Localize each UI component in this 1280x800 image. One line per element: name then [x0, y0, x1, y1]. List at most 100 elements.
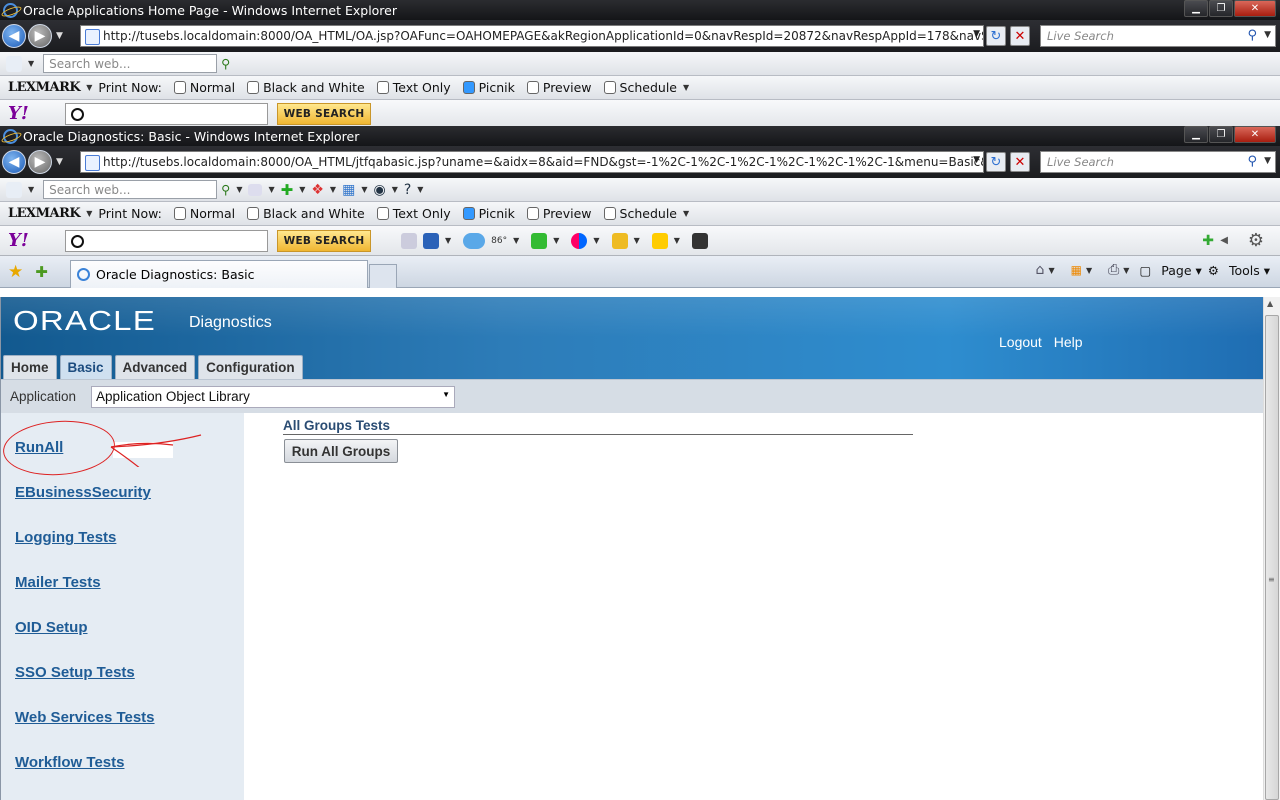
print-text-only[interactable]: Text Only — [376, 206, 451, 221]
tab-home[interactable]: Home — [3, 355, 57, 379]
print-bw[interactable]: Black and White — [247, 206, 365, 221]
global-links: Logout Help — [999, 334, 1091, 350]
favorites-star-icon[interactable]: ★ — [8, 262, 23, 282]
photos-icon[interactable]: ▦ — [342, 182, 355, 198]
yahoo-logo[interactable]: Y! — [8, 230, 58, 251]
windows-live-icon[interactable] — [6, 181, 22, 198]
tab-oracle-diagnostics[interactable]: Oracle Diagnostics: Basic — [70, 260, 368, 288]
settings-gear-icon[interactable]: ⚙ — [1248, 230, 1264, 251]
nav-workflow-tests[interactable]: Workflow Tests — [15, 754, 124, 771]
back-address-bar[interactable]: http://tusebs.localdomain:8000/OA_HTML/O… — [80, 25, 984, 47]
home-icon[interactable]: ⌂ — [1036, 262, 1045, 278]
stop-icon[interactable]: ✕ — [1010, 26, 1030, 46]
picnik[interactable]: Picnik — [462, 206, 515, 221]
search-icon[interactable]: ⚲ — [221, 182, 230, 197]
print-icon[interactable]: ⎙ — [1108, 262, 1119, 278]
address-dropdown-icon[interactable]: ▼ — [973, 155, 980, 165]
search-icon[interactable]: ⚲ — [1247, 28, 1257, 43]
vertical-scrollbar[interactable]: ▲ ≡ — [1263, 297, 1280, 800]
scroll-up-icon[interactable]: ▲ — [1267, 299, 1273, 308]
history-dropdown-icon[interactable]: ▼ — [56, 31, 63, 41]
search-icon[interactable]: ⚲ — [1247, 154, 1257, 169]
address-dropdown-icon[interactable]: ▼ — [973, 29, 980, 39]
nav-web-services-tests[interactable]: Web Services Tests — [15, 709, 155, 726]
close-button[interactable]: ✕ — [1234, 0, 1276, 17]
nav-oid-setup[interactable]: OID Setup — [15, 619, 88, 636]
close-button[interactable]: ✕ — [1234, 126, 1276, 143]
chevron-down-icon[interactable]: ▼ — [442, 390, 450, 399]
front-yahoo-bar: Y! WEB SEARCH ▼ 86° ▼ ▼ ▼ ▼ ▼ ✚ ◀ ⚙ — [0, 226, 1280, 256]
back-lexmark-bar: LEXMARK ▼ Print Now: Normal Black and Whi… — [0, 76, 1280, 100]
forward-arrow-icon[interactable]: ▶ — [28, 24, 52, 48]
print-bw[interactable]: Black and White — [247, 80, 365, 95]
ebay-icon[interactable] — [651, 232, 668, 249]
front-lexmark-bar: LEXMARK ▼ Print Now: Normal Black and Whi… — [0, 202, 1280, 226]
search-web-input[interactable]: Search web... — [43, 180, 218, 199]
back-arrow-icon[interactable]: ◀ — [2, 24, 26, 48]
back-arrow-icon[interactable]: ◀ — [2, 150, 26, 174]
spaces-icon[interactable]: ◉ — [373, 182, 385, 198]
preview[interactable]: Preview — [526, 80, 592, 95]
amazon-icon[interactable] — [691, 232, 708, 249]
nav-sso-setup-tests[interactable]: SSO Setup Tests — [15, 664, 135, 681]
back-title-bar: Oracle Applications Home Page - Windows … — [0, 0, 1280, 20]
tab-advanced[interactable]: Advanced — [114, 355, 196, 379]
add-button-icon[interactable]: ✚ — [1202, 233, 1214, 249]
schedule[interactable]: Schedule ▼ — [603, 206, 696, 221]
help-link[interactable]: Help — [1054, 334, 1083, 350]
front-address-bar[interactable]: http://tusebs.localdomain:8000/OA_HTML/j… — [80, 151, 984, 173]
preview[interactable]: Preview — [526, 206, 592, 221]
add-favorites-icon[interactable]: ✚ — [35, 263, 48, 281]
history-dropdown-icon[interactable]: ▼ — [56, 157, 63, 167]
application-select[interactable]: Application Object Library ▼ — [91, 385, 456, 408]
print-normal[interactable]: Normal — [173, 206, 235, 221]
nav-logging-tests[interactable]: Logging Tests — [15, 529, 116, 546]
notepad-icon[interactable] — [611, 232, 628, 249]
help-icon[interactable]: ? — [404, 182, 411, 198]
scroll-thumb[interactable] — [1265, 315, 1279, 800]
schedule[interactable]: Schedule ▼ — [603, 80, 696, 95]
tools-menu[interactable]: ⚙ Tools ▾ — [1208, 263, 1270, 278]
picnik[interactable]: Picnik — [462, 80, 515, 95]
mail-icon[interactable] — [423, 232, 439, 249]
product-title: Diagnostics — [189, 314, 272, 331]
front-nav-row: ◀ ▶ ▼ http://tusebs.localdomain:8000/OA_… — [0, 146, 1280, 178]
back-live-search[interactable]: Live Search ⚲ ▼ — [1040, 25, 1276, 47]
windows-live-icon[interactable] — [6, 55, 22, 72]
add-icon[interactable]: ✚ — [281, 181, 294, 199]
print-text-only[interactable]: Text Only — [376, 80, 451, 95]
highlight-icon[interactable] — [248, 183, 263, 196]
search-icon[interactable]: ⚲ — [221, 56, 230, 71]
stop-icon[interactable]: ✕ — [1010, 152, 1030, 172]
feeds-icon[interactable]: ▦ — [1071, 263, 1082, 277]
messenger-icon[interactable]: ❖ — [311, 182, 324, 198]
refresh-icon[interactable]: ↻ — [986, 152, 1006, 172]
print-normal[interactable]: Normal — [173, 80, 235, 95]
tab-basic[interactable]: Basic — [59, 355, 112, 379]
web-search-button[interactable]: WEB SEARCH — [277, 102, 371, 125]
weather-icon[interactable] — [463, 232, 486, 249]
run-all-groups-button[interactable]: Run All Groups — [284, 439, 398, 463]
scroll-left-icon[interactable]: ◀ — [1220, 235, 1228, 246]
yahoo-search-input[interactable] — [65, 229, 268, 252]
search-web-input[interactable]: Search web... — [43, 54, 218, 73]
flickr-icon[interactable] — [571, 232, 588, 249]
forward-arrow-icon[interactable]: ▶ — [28, 150, 52, 174]
answers-icon[interactable] — [531, 232, 548, 249]
nav-ebusinesssecurity[interactable]: EBusinessSecurity — [15, 484, 151, 501]
pencil-icon[interactable] — [401, 232, 417, 249]
new-tab-button[interactable] — [369, 264, 397, 288]
restore-button[interactable]: ❐ — [1209, 126, 1233, 143]
yahoo-logo[interactable]: Y! — [8, 103, 58, 124]
web-search-button[interactable]: WEB SEARCH — [277, 229, 371, 252]
yahoo-search-input[interactable] — [65, 102, 268, 125]
tab-configuration[interactable]: Configuration — [198, 355, 303, 379]
logout-link[interactable]: Logout — [999, 334, 1042, 350]
minimize-button[interactable]: ▁ — [1184, 0, 1208, 17]
nav-mailer-tests[interactable]: Mailer Tests — [15, 574, 101, 591]
restore-button[interactable]: ❐ — [1209, 0, 1233, 17]
minimize-button[interactable]: ▁ — [1184, 126, 1208, 143]
page-menu[interactable]: ▢ Page ▾ — [1139, 263, 1201, 278]
refresh-icon[interactable]: ↻ — [986, 26, 1006, 46]
front-live-search[interactable]: Live Search ⚲ ▼ — [1040, 151, 1276, 173]
